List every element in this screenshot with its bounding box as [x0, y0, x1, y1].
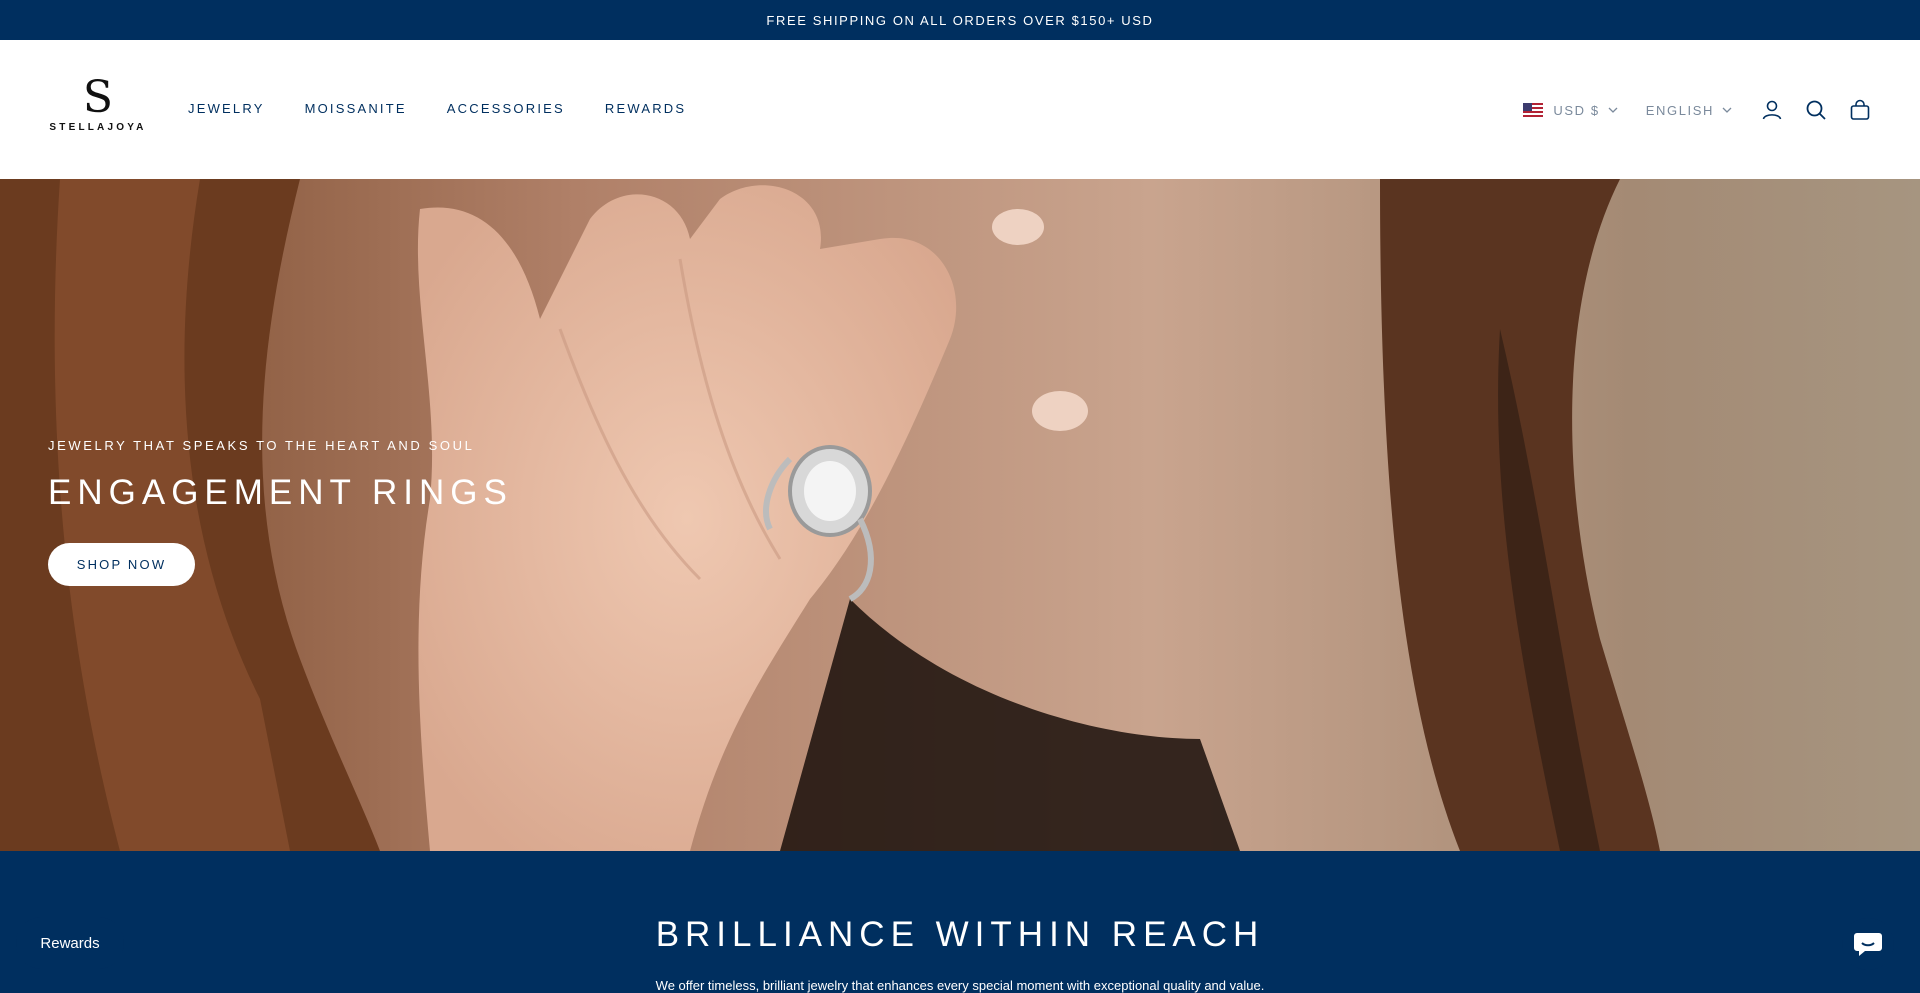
- intro-section: BRILLIANCE WITHIN REACH We offer timeles…: [0, 851, 1920, 993]
- main-nav: JEWELRY MOISSANITE ACCESSORIES REWARDS: [188, 101, 686, 116]
- site-header: S STELLAJOYA JEWELRY MOISSANITE ACCESSOR…: [0, 40, 1920, 179]
- logo-wordmark: STELLAJOYA: [49, 122, 147, 133]
- announcement-bar: FREE SHIPPING ON ALL ORDERS OVER $150+ U…: [0, 0, 1920, 40]
- rewards-launcher-button[interactable]: Rewards: [16, 917, 124, 969]
- currency-label: USD $: [1553, 102, 1600, 118]
- header-utilities: USD $ ENGLISH: [1523, 98, 1872, 122]
- nav-item-rewards[interactable]: REWARDS: [605, 101, 686, 116]
- chat-launcher-button[interactable]: [1842, 918, 1894, 970]
- announcement-text: FREE SHIPPING ON ALL ORDERS OVER $150+ U…: [766, 12, 1154, 28]
- hero-kicker: JEWELRY THAT SPEAKS TO THE HEART AND SOU…: [48, 438, 475, 453]
- hero-content: JEWELRY THAT SPEAKS TO THE HEART AND SOU…: [48, 438, 513, 586]
- account-icon[interactable]: [1760, 98, 1784, 122]
- chevron-down-icon: [1722, 107, 1732, 113]
- intro-text: We offer timeless, brilliant jewelry tha…: [655, 978, 1265, 993]
- brand-logo[interactable]: S STELLAJOYA: [48, 72, 148, 138]
- chat-bubble-icon: [1854, 933, 1882, 956]
- hero-title: ENGAGEMENT RINGS: [48, 473, 513, 512]
- logo-mark: S: [82, 72, 114, 123]
- language-label: ENGLISH: [1645, 102, 1714, 118]
- cart-icon[interactable]: [1848, 98, 1872, 122]
- hero-banner: JEWELRY THAT SPEAKS TO THE HEART AND SOU…: [0, 179, 1920, 851]
- nav-item-accessories[interactable]: ACCESSORIES: [447, 101, 565, 116]
- intro-title: BRILLIANCE WITHIN REACH: [655, 915, 1265, 954]
- nav-item-jewelry[interactable]: JEWELRY: [188, 101, 265, 116]
- rewards-launcher-label: Rewards: [40, 934, 100, 952]
- us-flag-icon: [1523, 103, 1544, 117]
- chevron-down-icon: [1608, 107, 1618, 113]
- nav-item-moissanite[interactable]: MOISSANITE: [305, 101, 407, 116]
- currency-selector[interactable]: USD $: [1523, 102, 1618, 118]
- language-selector[interactable]: ENGLISH: [1646, 103, 1732, 118]
- search-icon[interactable]: [1804, 98, 1828, 122]
- shop-now-button[interactable]: SHOP NOW: [48, 543, 195, 586]
